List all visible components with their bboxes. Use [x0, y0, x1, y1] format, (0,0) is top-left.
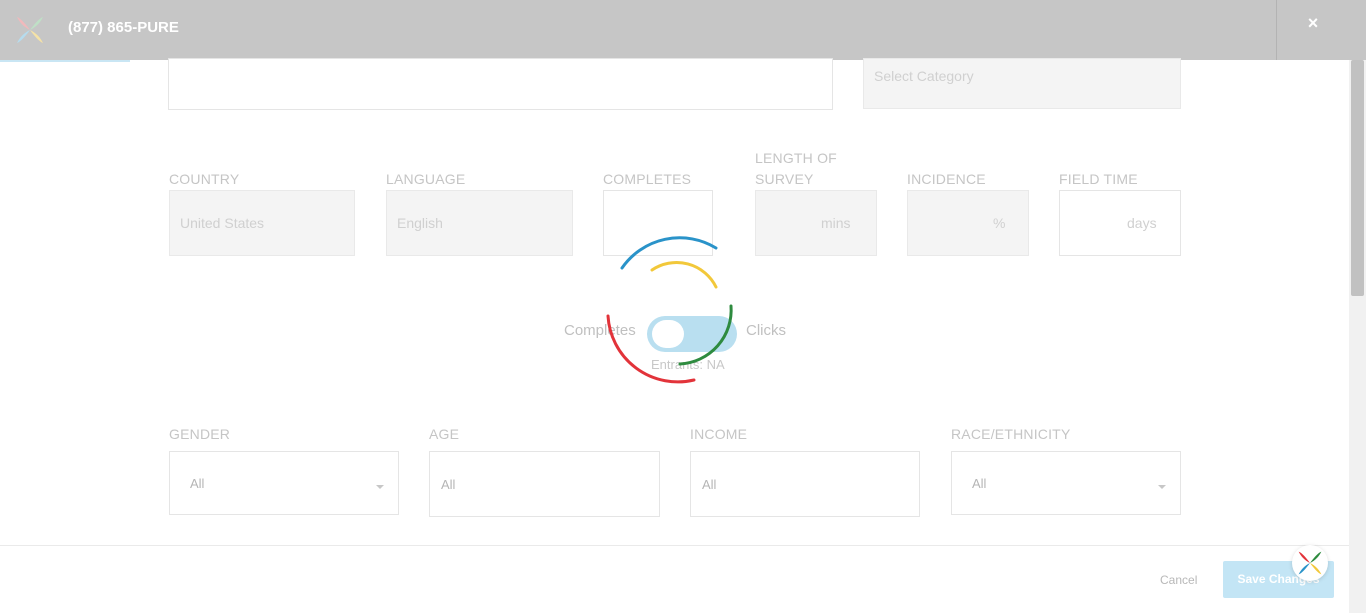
- age-field[interactable]: All: [429, 451, 660, 517]
- country-field[interactable]: United States: [169, 190, 355, 256]
- header-divider: [1276, 0, 1277, 60]
- mins-unit: mins: [821, 215, 851, 231]
- race-ethnicity-label: RACE/ETHNICITY: [951, 426, 1071, 442]
- category-placeholder: Select Category: [874, 68, 974, 84]
- cancel-button[interactable]: Cancel: [1160, 573, 1197, 587]
- incidence-label: INCIDENCE: [907, 171, 986, 187]
- income-value: All: [702, 477, 717, 492]
- length-of-survey-label-line2: SURVEY: [755, 171, 814, 187]
- footer-divider: [0, 545, 1349, 546]
- language-label: LANGUAGE: [386, 171, 466, 187]
- brand-x-logo-icon: [1298, 551, 1322, 575]
- gender-label: GENDER: [169, 426, 231, 442]
- chevron-down-icon: [376, 485, 384, 489]
- scrollbar-thumb[interactable]: [1351, 60, 1364, 296]
- description-textarea[interactable]: [168, 58, 833, 110]
- length-of-survey-input[interactable]: mins: [755, 190, 877, 256]
- chevron-down-icon: [1158, 485, 1166, 489]
- header-accent-line: [0, 60, 130, 62]
- income-label: INCOME: [690, 426, 748, 442]
- income-field[interactable]: All: [690, 451, 920, 517]
- loading-spinner-icon: [606, 236, 733, 384]
- brand-x-logo-icon: [17, 17, 43, 43]
- country-label: COUNTRY: [169, 171, 240, 187]
- race-ethnicity-value: All: [972, 476, 987, 491]
- top-bar: (877) 865-PURE ×: [0, 0, 1366, 60]
- incidence-input[interactable]: %: [907, 190, 1029, 256]
- gender-select[interactable]: All: [169, 451, 399, 515]
- length-of-survey-label-line1: LENGTH OF: [755, 150, 837, 166]
- language-value: English: [397, 215, 443, 231]
- percent-unit: %: [993, 215, 1006, 231]
- days-unit: days: [1127, 215, 1157, 231]
- chat-launcher-button[interactable]: [1292, 545, 1328, 581]
- field-time-label: FIELD TIME: [1059, 171, 1138, 187]
- age-label: AGE: [429, 426, 460, 442]
- race-ethnicity-select[interactable]: All: [951, 451, 1181, 515]
- field-time-input[interactable]: days: [1059, 190, 1181, 256]
- age-value: All: [441, 477, 456, 492]
- country-value: United States: [180, 215, 265, 231]
- gender-value: All: [190, 476, 205, 491]
- category-select[interactable]: Select Category: [863, 58, 1181, 109]
- close-icon[interactable]: ×: [1300, 12, 1326, 34]
- language-field[interactable]: English: [386, 190, 573, 256]
- completes-label: COMPLETES: [603, 171, 692, 187]
- phone-number: (877) 865-PURE: [68, 19, 179, 36]
